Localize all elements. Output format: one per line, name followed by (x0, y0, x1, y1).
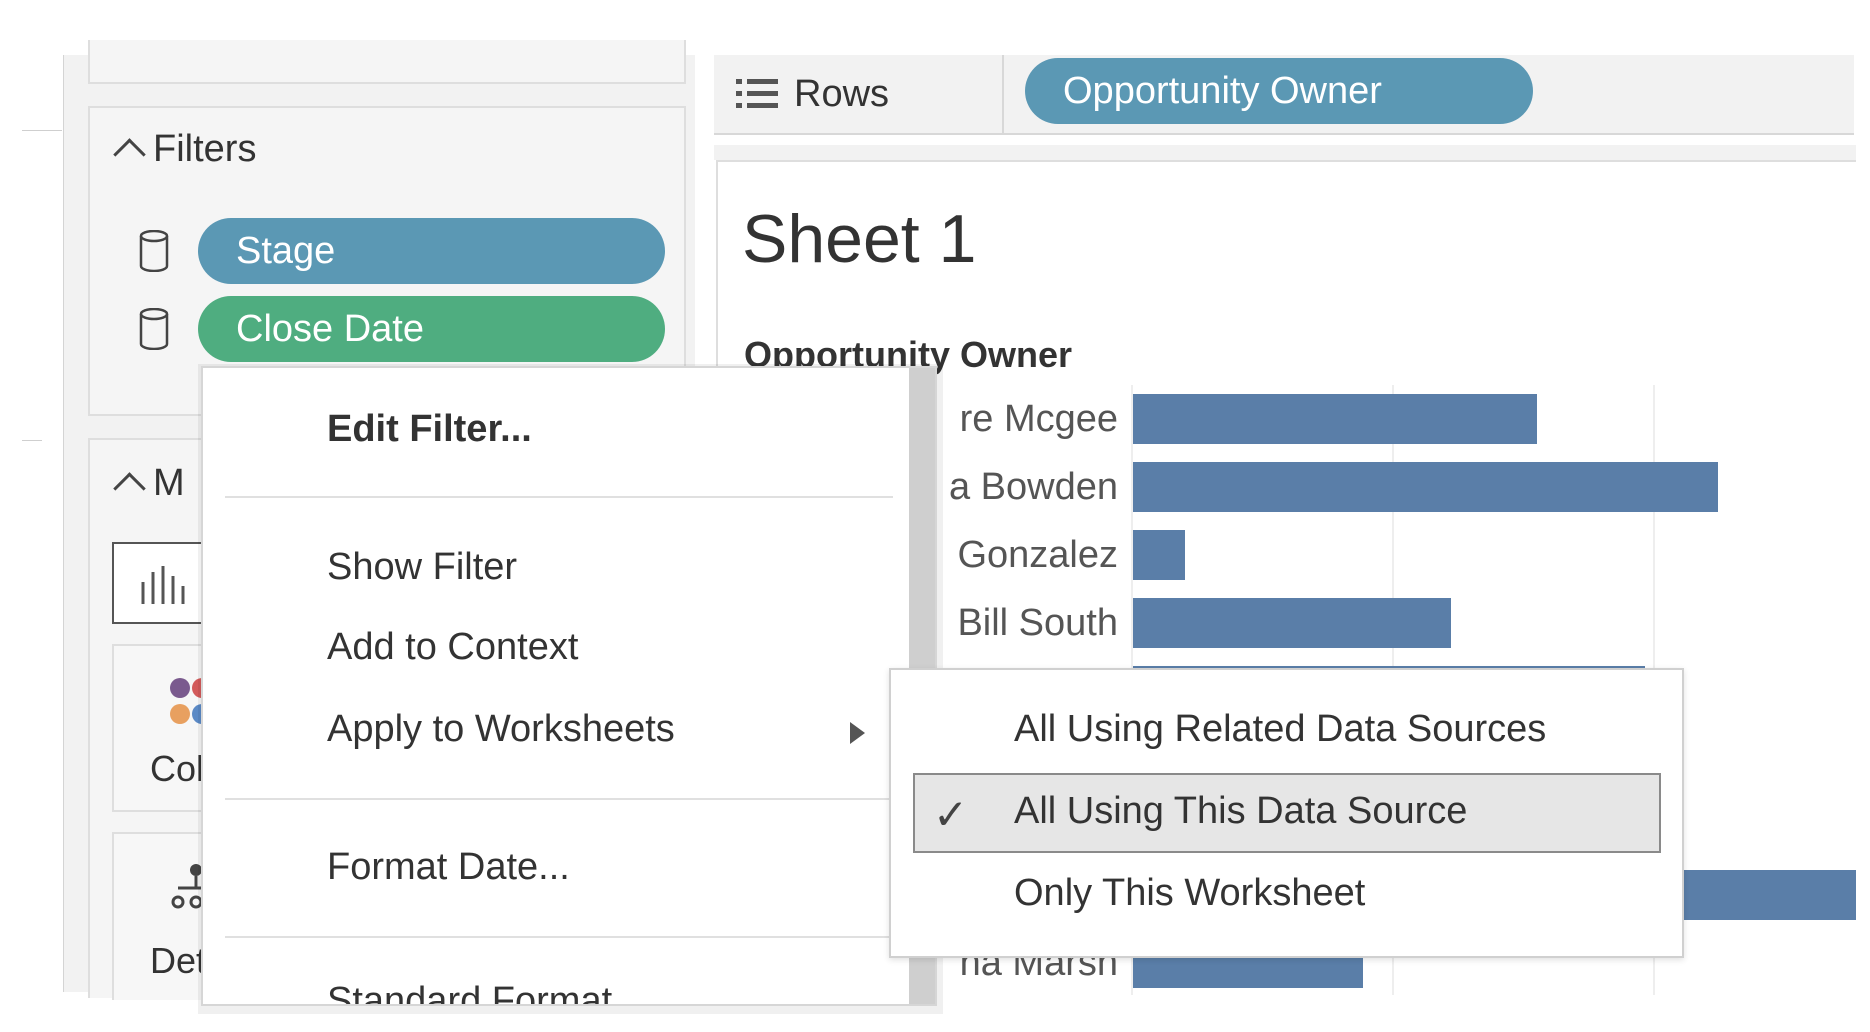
filters-title: Filters (153, 128, 257, 170)
bar-mark[interactable] (1133, 462, 1718, 512)
bar-mark[interactable] (1133, 530, 1185, 580)
rows-list-icon (736, 79, 778, 108)
left-divider-tick (22, 130, 62, 131)
menu-separator (225, 798, 893, 800)
filters-header[interactable]: Filters (113, 128, 257, 171)
row-label: Gonzalez (957, 534, 1118, 576)
menu-item-format-date[interactable]: Format Date... (327, 846, 570, 889)
row-label: a Bowden (948, 466, 1118, 508)
sheet-frame (714, 145, 1856, 160)
chevron-up-icon (113, 472, 146, 505)
menu-separator (225, 496, 893, 498)
color-label: Col (150, 748, 205, 789)
submenu-item-related-sources[interactable]: All Using Related Data Sources (1014, 708, 1546, 751)
row-label: Bill South (957, 602, 1118, 644)
marks-title: M (153, 462, 185, 504)
rows-pill-label: Opportunity Owner (1063, 69, 1382, 112)
rows-pill-opportunity-owner[interactable]: Opportunity Owner (1025, 58, 1533, 124)
menu-item-add-to-context[interactable]: Add to Context (327, 626, 578, 669)
menu-item-standard-format[interactable]: Standard Format (327, 980, 612, 1004)
menu-separator (225, 936, 893, 938)
rows-label-text: Rows (794, 72, 890, 115)
sheet-title: Sheet 1 (742, 201, 977, 277)
rows-shelf-divider (1002, 55, 1004, 135)
filter-pill-close-date[interactable]: Close Date (198, 296, 665, 362)
left-divider-tick (22, 440, 42, 441)
apply-to-worksheets-submenu: All Using Related Data Sources ✓ All Usi… (889, 668, 1684, 958)
menu-item-show-filter[interactable]: Show Filter (327, 546, 517, 589)
bar-mark[interactable] (1133, 598, 1451, 648)
filter-pill-label: Close Date (236, 307, 424, 350)
menu-item-apply-to-worksheets[interactable]: Apply to Worksheets (327, 708, 675, 751)
row-label: re Mcgee (959, 398, 1118, 440)
pages-card (88, 40, 686, 84)
menu-item-edit-filter[interactable]: Edit Filter... (327, 408, 532, 451)
bar-mark[interactable] (1133, 394, 1537, 444)
marks-header[interactable]: M (113, 462, 185, 505)
bar-chart-icon (141, 566, 185, 604)
bar-mark[interactable] (1680, 870, 1856, 920)
database-icon (139, 230, 169, 272)
rows-shelf-label: Rows (736, 60, 889, 128)
checkmark-icon: ✓ (933, 791, 969, 838)
submenu-item-only-this-worksheet[interactable]: Only This Worksheet (1014, 872, 1365, 915)
filter-pill-stage[interactable]: Stage (198, 218, 665, 284)
chevron-up-icon (113, 138, 146, 171)
filter-pill-label: Stage (236, 229, 336, 272)
filter-context-menu: Edit Filter... Show Filter Add to Contex… (201, 366, 937, 1006)
database-icon (139, 308, 169, 350)
submenu-arrow-icon (850, 722, 865, 744)
submenu-item-this-data-source[interactable]: All Using This Data Source (1014, 790, 1467, 833)
